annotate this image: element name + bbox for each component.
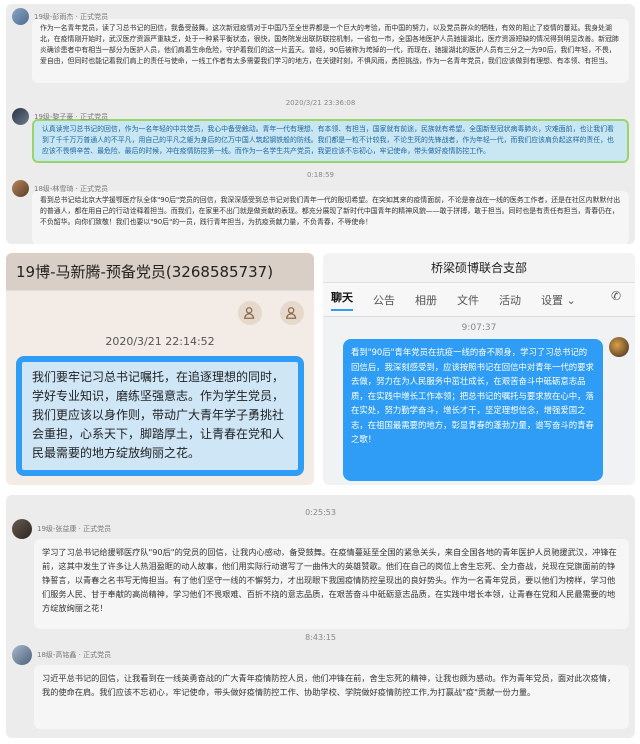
message-text: 我们要牢记习总书记嘱托，在追逐理想的同时，学好专业知识，磨练坚强意志。作为学生党…	[32, 370, 285, 460]
timestamp: 9:07:37	[461, 323, 497, 333]
tab-bar: 聊天 公告 相册 文件 活动 设置 ⌄	[323, 283, 635, 317]
message-item: 19级-彭雨杰 · 正式党员 作为一名青年党员，读了习总书记的回信，我备受鼓舞。…	[12, 8, 629, 83]
timestamp: 2020/3/21 23:36:08	[285, 99, 356, 107]
sender-name: 19级-彭雨杰 · 正式党员	[34, 12, 109, 21]
message-item: 19级-黎子豪 · 正式党员 认真读完习总书记的回信，作为一名年轻的中共党员，我…	[12, 108, 629, 163]
chat-title: 19博-马新腾-预备党员(3268585737)	[16, 263, 274, 281]
avatar[interactable]	[12, 645, 32, 665]
sender-name: 18级-高铭鑫 · 正式党员	[37, 651, 112, 659]
avatar[interactable]	[12, 8, 29, 25]
chat-title: 桥梁硕博联合支部	[430, 261, 527, 275]
message-text: 看到"90后"青年党员在抗疫一线的奋不顾身，学习了习总书记的回信后，我深刻感受到…	[351, 347, 594, 444]
user-add-icon[interactable]	[238, 301, 262, 325]
tab-announcement[interactable]: 公告	[373, 292, 395, 308]
message-text: 习近平总书记的回信，让我看到在一线英勇奋战的广大青年疫情防控人员，他们冲锋在前，…	[34, 665, 629, 729]
tab-files[interactable]: 文件	[457, 292, 479, 308]
avatar[interactable]	[609, 337, 629, 357]
chat-panel-right: 桥梁硕博联合支部 聊天 公告 相册 文件 活动 设置 ⌄ ✆ 9:07:37 看…	[323, 253, 635, 485]
message-item: 19级-张益康 · 正式党员 学习了习总书记给援鄂医疗队"90后"的党员的回信，…	[12, 519, 629, 629]
sender-name: 18级-林雪琦 · 正式党员	[34, 184, 109, 193]
phone-icon[interactable]: ✆	[611, 289, 629, 307]
tab-activities[interactable]: 活动	[499, 292, 521, 308]
message-bubble: 我们要牢记习总书记嘱托，在追逐理想的同时，学好专业知识，磨练坚强意志。作为学生党…	[16, 356, 304, 476]
chat-panel-left: 19博-马新腾-预备党员(3268585737) 2020/3/21 22:14…	[6, 253, 314, 485]
user-remove-icon[interactable]	[280, 301, 304, 325]
avatar[interactable]	[12, 108, 29, 125]
chat-panel-bottom: 0:25:53 19级-张益康 · 正式党员 学习了习总书记给援鄂医疗队"90后…	[6, 495, 635, 738]
message-sender-row: 19级-张益康 · 正式党员	[12, 519, 629, 539]
message-text: 看到总书记给北京大学援鄂医疗队全体"90后"党员的回信，我深深感受到总书记对我们…	[32, 191, 629, 244]
avatar[interactable]	[12, 519, 32, 539]
sender-name: 19级-黎子豪 · 正式党员	[34, 112, 109, 121]
message-text: 学习了习总书记给援鄂医疗队"90后"的党员的回信，让我内心感动，备受鼓舞。在疫情…	[34, 539, 629, 629]
message-bubble: 看到"90后"青年党员在抗疫一线的奋不顾身，学习了习总书记的回信后，我深刻感受到…	[343, 339, 603, 481]
timestamp: 0:25:53	[305, 508, 336, 517]
message-item: 18级-高铭鑫 · 正式党员 习近平总书记的回信，让我看到在一线英勇奋战的广大青…	[12, 645, 629, 729]
message-item: 18级-林雪琦 · 正式党员 看到总书记给北京大学援鄂医疗队全体"90后"党员的…	[12, 180, 629, 244]
message-text: 认真读完习总书记的回信，作为一名年轻的中共党员，我心中备受触动。青年一代有理想、…	[32, 119, 629, 163]
chat-header: 19博-马新腾-预备党员(3268585737)	[6, 253, 314, 291]
message-text: 作为一名青年党员，读了习总书记的回信，我备受鼓舞。这次新冠疫情对于中国乃至全世界…	[32, 19, 629, 83]
tab-settings[interactable]: 设置 ⌄	[541, 292, 576, 308]
tab-chat[interactable]: 聊天	[331, 289, 353, 311]
timestamp: 8:43:15	[305, 633, 336, 642]
timestamp: 0:18:59	[307, 171, 334, 179]
tab-album[interactable]: 相册	[415, 292, 437, 308]
chat-header: 桥梁硕博联合支部	[323, 253, 635, 283]
chat-panel-top: 19级-彭雨杰 · 正式党员 作为一名青年党员，读了习总书记的回信，我备受鼓舞。…	[6, 4, 635, 244]
timestamp: 2020/3/21 22:14:52	[105, 335, 215, 348]
sender-name: 19级-张益康 · 正式党员	[37, 525, 112, 533]
message-sender-row: 18级-高铭鑫 · 正式党员	[12, 645, 629, 665]
avatar[interactable]	[12, 180, 29, 197]
